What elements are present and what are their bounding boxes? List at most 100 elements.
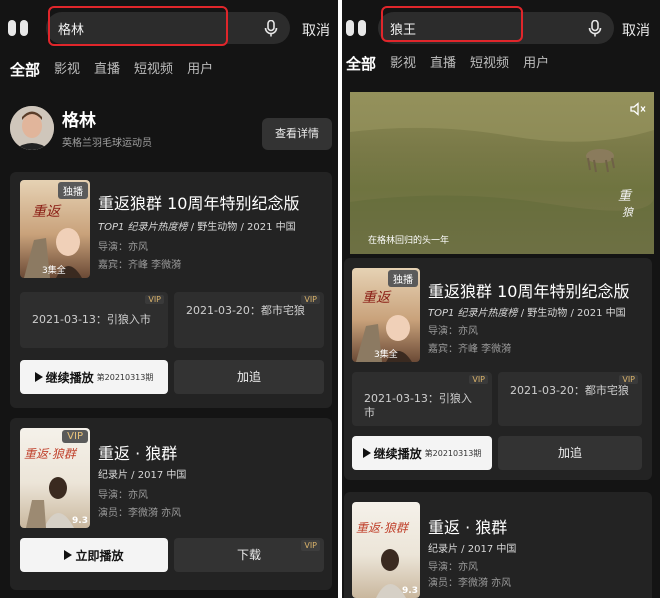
tab-live[interactable]: 直播 <box>94 58 120 82</box>
exclusive-badge: 独播 <box>388 270 418 287</box>
episode-count: 3集全 <box>374 350 398 360</box>
play-icon <box>64 550 73 560</box>
card-title[interactable]: 重返狼群 10周年特别纪念版 <box>98 190 299 214</box>
highlight-box <box>48 6 228 46</box>
play-now-button[interactable]: 立即播放 <box>20 538 168 572</box>
play-label: 立即播放 <box>75 548 124 563</box>
poster-image[interactable]: 重返 独播 3集全 <box>20 180 90 278</box>
person-result[interactable]: 格林 英格兰羽毛球运动员 查看详情 <box>0 104 338 160</box>
video-preview[interactable]: 重 狼 在格林回归的头一年 <box>350 92 654 254</box>
cast-text: 演员：李微漪 亦风 <box>428 578 512 589</box>
episode-item-2[interactable]: VIP 2021-03-20：都市宅狼 <box>174 292 324 348</box>
card-meta: TOP1 纪录片热度榜 / 野生动物 / 2021 中国 <box>98 218 296 233</box>
vip-badge: VIP <box>619 375 638 384</box>
person-description: 英格兰羽毛球运动员 <box>62 138 152 149</box>
follow-label: 加追 <box>557 446 582 460</box>
follow-button[interactable]: 加追 <box>498 436 642 470</box>
rating-score: 9.3 <box>402 586 418 596</box>
director-text: 导演：亦风 <box>98 490 148 501</box>
guests-text: 嘉宾：齐峰 李微漪 <box>98 260 182 271</box>
tab-users[interactable]: 用户 <box>523 52 549 76</box>
microphone-icon[interactable] <box>588 20 602 37</box>
tab-users[interactable]: 用户 <box>187 58 213 82</box>
cast-text: 演员：李微漪 亦风 <box>98 508 182 519</box>
svg-text:重返·狼群: 重返·狼群 <box>356 521 410 535</box>
vip-badge: VIP <box>301 540 320 551</box>
tab-film[interactable]: 影视 <box>390 52 416 76</box>
follow-label: 加追 <box>236 370 261 384</box>
episode-item-2[interactable]: VIP 2021-03-20：都市宅狼 <box>498 372 642 426</box>
right-screen: 狼王 取消 全部 影视 直播 短视频 用户 重 狼 在格林回归的头一年 重返 独… <box>342 0 660 598</box>
svg-text:重: 重 <box>618 189 633 204</box>
rating-score: 9.3 <box>72 516 88 526</box>
app-logo-icon[interactable] <box>8 18 32 38</box>
result-card-2[interactable]: 重返·狼群 9.3 重返 · 狼群 纪录片 / 2017 中国 导演：亦风 演员… <box>344 492 652 598</box>
download-button[interactable]: VIP 下载 <box>174 538 324 572</box>
card-meta: 纪录片 / 2017 中国 <box>98 470 187 481</box>
episode-title: 2021-03-13：引狼入市 <box>364 392 472 419</box>
card-title[interactable]: 重返 · 狼群 <box>428 514 507 538</box>
svg-text:重返·狼群: 重返·狼群 <box>24 447 78 461</box>
cancel-button[interactable]: 取消 <box>302 20 330 40</box>
exclusive-badge: 独播 <box>58 182 88 199</box>
episode-count: 3集全 <box>42 266 66 276</box>
highlight-box <box>381 6 523 42</box>
director-text: 导演：亦风 <box>428 562 478 573</box>
play-icon <box>362 448 371 458</box>
tab-short-video[interactable]: 短视频 <box>470 52 509 76</box>
play-episode-label: 第20210313期 <box>96 372 154 382</box>
view-details-button[interactable]: 查看详情 <box>262 118 332 150</box>
card-meta: TOP1 纪录片热度榜 / 野生动物 / 2021 中国 <box>428 304 626 319</box>
continue-play-button[interactable]: 继续播放 第20210313期 <box>352 436 492 470</box>
play-label: 继续播放 <box>373 446 422 461</box>
video-subtitle: 在格林回归的头一年 <box>368 236 450 246</box>
director-text: 导演：亦风 <box>98 242 148 253</box>
result-card-2[interactable]: 重返·狼群 VIP 9.3 重返 · 狼群 纪录片 / 2017 中国 导演：亦… <box>10 418 332 590</box>
tab-short-video[interactable]: 短视频 <box>134 58 173 82</box>
tab-all[interactable]: 全部 <box>346 52 376 76</box>
result-card-1[interactable]: 重返 独播 3集全 重返狼群 10周年特别纪念版 TOP1 纪录片热度榜 / 野… <box>344 258 652 480</box>
person-name: 格林 <box>62 111 96 131</box>
category-tabs: 全部 影视 直播 短视频 用户 <box>10 58 213 82</box>
app-logo-icon[interactable] <box>346 18 370 38</box>
card-title[interactable]: 重返狼群 10周年特别纪念版 <box>428 278 629 302</box>
poster-image[interactable]: 重返·狼群 9.3 <box>352 502 420 598</box>
download-label: 下载 <box>236 548 261 562</box>
avatar[interactable] <box>10 106 54 150</box>
card-meta: 纪录片 / 2017 中国 <box>428 544 517 555</box>
mute-icon[interactable] <box>630 102 646 116</box>
play-icon <box>34 372 43 382</box>
tab-film[interactable]: 影视 <box>54 58 80 82</box>
rank-tag: TOP1 纪录片热度榜 <box>98 222 188 233</box>
cancel-button[interactable]: 取消 <box>622 20 650 40</box>
episode-title: 2021-03-20：都市宅狼 <box>510 384 629 397</box>
meta-genre: / 野生动物 / 2021 中国 <box>187 222 296 233</box>
poster-image[interactable]: 重返·狼群 VIP 9.3 <box>20 428 90 528</box>
svg-text:重返: 重返 <box>32 204 62 220</box>
vip-badge: VIP <box>62 430 88 443</box>
guests-text: 嘉宾：齐峰 李微漪 <box>428 344 512 355</box>
rank-tag: TOP1 纪录片热度榜 <box>428 308 518 319</box>
play-episode-label: 第20210313期 <box>424 448 482 458</box>
microphone-icon[interactable] <box>264 20 278 37</box>
episode-item-1[interactable]: VIP 2021-03-13：引狼入市 <box>352 372 492 426</box>
category-tabs: 全部 影视 直播 短视频 用户 <box>346 52 549 76</box>
vip-badge: VIP <box>301 295 320 304</box>
svg-text:狼: 狼 <box>622 206 634 219</box>
director-text: 导演：亦风 <box>428 326 478 337</box>
follow-button[interactable]: 加追 <box>174 360 324 394</box>
card-title[interactable]: 重返 · 狼群 <box>98 440 177 464</box>
continue-play-button[interactable]: 继续播放 第20210313期 <box>20 360 168 394</box>
left-screen: 格林 取消 全部 影视 直播 短视频 用户 格林 英格兰羽毛球运动员 查看详情 <box>0 0 338 598</box>
meta-genre: / 野生动物 / 2021 中国 <box>517 308 626 319</box>
poster-image[interactable]: 重返 独播 3集全 <box>352 268 420 362</box>
svg-text:重返: 重返 <box>362 290 392 306</box>
episode-title: 2021-03-20：都市宅狼 <box>186 304 305 317</box>
tab-all[interactable]: 全部 <box>10 58 40 82</box>
episode-title: 2021-03-13：引狼入市 <box>32 313 151 326</box>
episode-item-1[interactable]: VIP 2021-03-13：引狼入市 <box>20 292 168 348</box>
tab-live[interactable]: 直播 <box>430 52 456 76</box>
vip-badge: VIP <box>469 375 488 384</box>
result-card-1[interactable]: 重返 独播 3集全 重返狼群 10周年特别纪念版 TOP1 纪录片热度榜 / 野… <box>10 172 332 408</box>
vip-badge: VIP <box>145 295 164 304</box>
